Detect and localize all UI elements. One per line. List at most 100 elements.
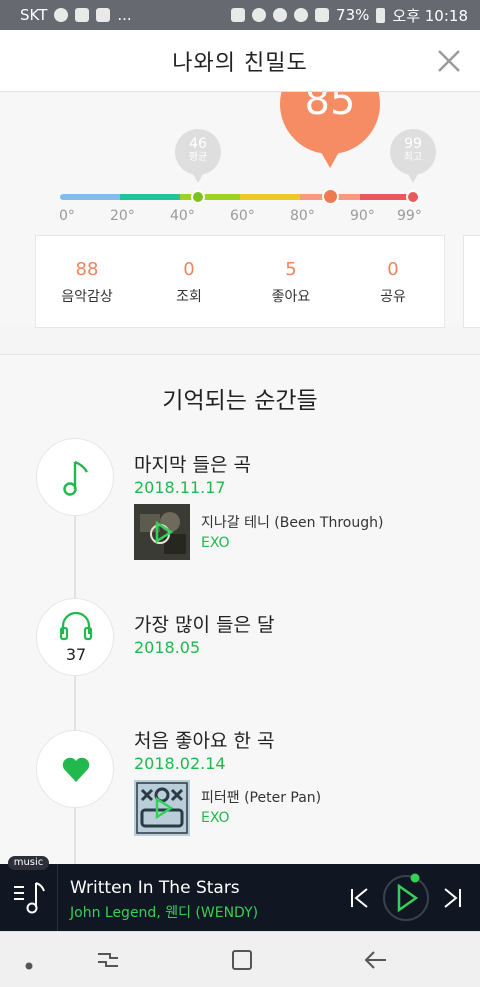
tick-label: 99° bbox=[397, 208, 422, 224]
gauge-segment bbox=[180, 194, 240, 200]
music-notification-icon bbox=[96, 8, 111, 22]
next-stats-card[interactable] bbox=[463, 235, 480, 328]
clock: 오후 10:18 bbox=[392, 6, 468, 25]
max-label: 최고 bbox=[403, 152, 423, 163]
mini-player[interactable]: Written In The Stars John Legend, 웬디 (WE… bbox=[0, 864, 480, 931]
nav-dot-button[interactable] bbox=[24, 956, 34, 975]
home-icon bbox=[232, 950, 252, 970]
score-marker bbox=[322, 188, 339, 205]
status-bar: SKT ... 73% 오후 10:18 bbox=[0, 0, 480, 30]
gallery-notification-icon bbox=[75, 8, 90, 22]
play-button[interactable] bbox=[380, 872, 432, 928]
stat-value: 0 bbox=[183, 259, 195, 280]
song-title: 피터팬 (Peter Pan) bbox=[201, 790, 322, 806]
gauge-segment bbox=[240, 194, 300, 200]
gauge-segment bbox=[60, 194, 120, 200]
music-note-icon bbox=[63, 460, 89, 496]
now-playing-artist[interactable]: John Legend, 웬디 (WENDY) bbox=[70, 902, 258, 922]
max-value: 99 bbox=[404, 136, 422, 152]
close-button[interactable] bbox=[434, 46, 464, 76]
average-label: 평균 bbox=[188, 152, 208, 163]
skip-previous-icon bbox=[351, 888, 368, 908]
album-art[interactable] bbox=[134, 504, 190, 560]
stat-label: 조회 bbox=[176, 289, 202, 305]
memory-title: 처음 좋아요 한 곡 bbox=[134, 730, 275, 752]
memory-date: 2018.02.14 bbox=[134, 754, 226, 773]
player-divider bbox=[57, 864, 58, 931]
play-overlay-icon bbox=[155, 520, 174, 544]
skip-next-icon bbox=[444, 888, 461, 908]
page-title: 나와의 친밀도 bbox=[172, 50, 308, 76]
now-playing-title[interactable]: Written In The Stars bbox=[70, 878, 240, 898]
tick-label: 40° bbox=[170, 208, 195, 224]
dot-icon bbox=[25, 962, 33, 970]
recents-button[interactable] bbox=[96, 948, 120, 976]
max-bubble: 99 최고 bbox=[390, 129, 436, 183]
stats-card: 88 음악감상 0 조회 5 좋아요 0 공유 bbox=[35, 235, 445, 328]
headphones-icon bbox=[59, 611, 93, 641]
play-icon bbox=[383, 873, 429, 921]
tick-label: 90° bbox=[350, 208, 375, 224]
recents-icon bbox=[98, 953, 118, 967]
scroll-content[interactable]: 85 46 평균 99 최고 0° 20° 40° 60° 80° 90° 99… bbox=[0, 92, 480, 864]
back-button[interactable] bbox=[363, 948, 389, 976]
stat-shares: 0 공유 bbox=[342, 236, 444, 327]
average-value: 46 bbox=[189, 136, 207, 152]
stat-listens: 88 음악감상 bbox=[36, 236, 138, 327]
stat-label: 음악감상 bbox=[61, 289, 113, 305]
playlist-button[interactable] bbox=[12, 881, 46, 919]
stat-views: 0 조회 bbox=[138, 236, 240, 327]
stat-label: 좋아요 bbox=[271, 289, 311, 305]
alarm-icon bbox=[273, 8, 288, 22]
music-badge: music bbox=[8, 856, 49, 870]
close-icon bbox=[438, 50, 460, 72]
score-value: 85 bbox=[304, 92, 356, 124]
memory-title: 가장 많이 들은 달 bbox=[134, 614, 275, 636]
stat-value: 0 bbox=[387, 259, 399, 280]
battery-percent: 73% bbox=[336, 6, 370, 24]
playlist-music-icon bbox=[14, 882, 45, 914]
memory-icon-circle bbox=[36, 730, 114, 808]
average-marker bbox=[191, 190, 205, 204]
lock-icon bbox=[231, 8, 246, 22]
gauge-bar bbox=[60, 194, 420, 200]
tick-label: 20° bbox=[110, 208, 135, 224]
stat-likes: 5 좋아요 bbox=[240, 236, 342, 327]
album-art[interactable] bbox=[134, 780, 190, 836]
gauge-ticks: 0° 20° 40° 60° 80° 90° 99° bbox=[0, 208, 480, 228]
score-bubble: 85 bbox=[280, 92, 380, 168]
average-bubble: 46 평균 bbox=[175, 129, 221, 183]
memory-date: 2018.11.17 bbox=[134, 478, 226, 497]
gauge-segment bbox=[120, 194, 180, 200]
song-title: 지나갈 테니 (Been Through) bbox=[201, 515, 384, 531]
battery-icon bbox=[376, 7, 386, 23]
tick-label: 0° bbox=[59, 208, 75, 224]
heart-icon bbox=[62, 757, 90, 782]
memory-icon-circle: 37 bbox=[36, 598, 114, 676]
wifi-icon bbox=[294, 8, 309, 22]
memory-title: 마지막 들은 곡 bbox=[134, 454, 251, 476]
memory-icon-circle bbox=[36, 438, 114, 516]
signal-icon bbox=[315, 8, 330, 22]
tick-label: 80° bbox=[290, 208, 315, 224]
home-button[interactable] bbox=[230, 948, 254, 976]
back-arrow-icon bbox=[364, 951, 386, 969]
talk-notification-icon bbox=[54, 8, 69, 22]
max-marker bbox=[406, 190, 420, 204]
next-button[interactable] bbox=[442, 886, 464, 914]
header: 나와의 친밀도 bbox=[0, 30, 480, 92]
memory-date: 2018.05 bbox=[134, 638, 201, 657]
data-saver-icon bbox=[252, 8, 267, 22]
stat-label: 공유 bbox=[380, 289, 406, 305]
memories-section: 기억되는 순간들 마지막 들은 곡 2018.11.17 지나갈 테니 (Bee… bbox=[0, 355, 480, 864]
previous-button[interactable] bbox=[348, 886, 370, 914]
play-overlay-icon bbox=[155, 796, 174, 820]
stat-value: 5 bbox=[285, 259, 297, 280]
system-navbar bbox=[0, 931, 480, 987]
more-notifications: ... bbox=[117, 6, 132, 24]
listen-count: 37 bbox=[65, 645, 87, 664]
memories-title: 기억되는 순간들 bbox=[162, 388, 318, 414]
song-artist: EXO bbox=[201, 810, 230, 826]
stat-value: 88 bbox=[75, 259, 99, 280]
carrier-label: SKT bbox=[20, 6, 48, 24]
